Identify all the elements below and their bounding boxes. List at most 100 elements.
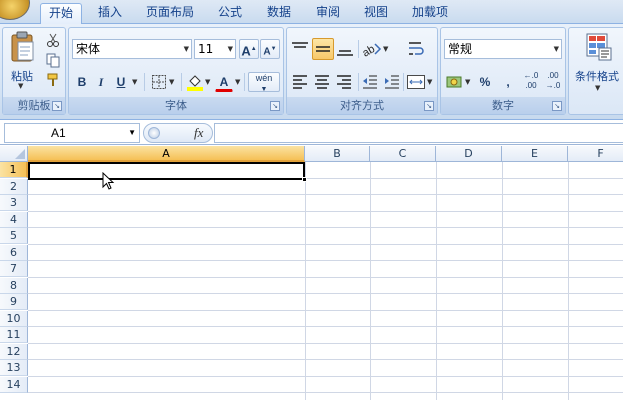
row-header-1[interactable]: 1 bbox=[0, 162, 28, 178]
align-middle-button[interactable] bbox=[312, 38, 334, 60]
tab-view[interactable]: 视图 bbox=[356, 3, 396, 24]
tab-insert[interactable]: 插入 bbox=[90, 3, 130, 24]
tab-page-layout[interactable]: 页面布局 bbox=[140, 3, 200, 24]
chevron-down-icon: ▼ bbox=[553, 45, 559, 53]
column-header-f[interactable]: F bbox=[568, 146, 623, 162]
align-center-icon[interactable] bbox=[313, 73, 331, 91]
row-header-8[interactable]: 8 bbox=[0, 278, 28, 294]
clipboard-launcher-icon[interactable]: ↘ bbox=[52, 101, 62, 111]
gridline bbox=[28, 392, 623, 393]
tab-data[interactable]: 数据 bbox=[258, 3, 300, 24]
separator bbox=[403, 73, 404, 91]
number-format-combo[interactable]: 常规 ▼ bbox=[444, 39, 562, 59]
underline-dropdown-icon[interactable]: ▼ bbox=[132, 78, 137, 86]
fill-color-icon[interactable] bbox=[186, 73, 204, 91]
chevron-down-icon: ▼ bbox=[183, 45, 189, 53]
conditional-formatting-icon bbox=[586, 33, 612, 61]
select-all-button[interactable] bbox=[0, 146, 28, 162]
row-header-9[interactable]: 9 bbox=[0, 294, 28, 310]
gridline bbox=[568, 162, 569, 400]
paste-button[interactable]: 粘贴 ▼ bbox=[7, 30, 37, 90]
shrink-font-button[interactable]: A▼ bbox=[260, 39, 280, 59]
column-header-d[interactable]: D bbox=[436, 146, 502, 162]
formula-tools: fx bbox=[143, 123, 213, 143]
gridline bbox=[28, 211, 623, 212]
insert-function-button[interactable]: fx bbox=[194, 125, 203, 141]
gridline bbox=[28, 376, 623, 377]
row-header-11[interactable]: 11 bbox=[0, 327, 28, 343]
decrease-indent-icon[interactable] bbox=[361, 73, 379, 91]
name-box[interactable]: A1 ▼ bbox=[4, 123, 140, 143]
column-header-b[interactable]: B bbox=[305, 146, 370, 162]
borders-icon[interactable] bbox=[151, 74, 167, 90]
column-header-a[interactable]: A bbox=[28, 146, 305, 162]
formula-input[interactable] bbox=[214, 123, 623, 143]
row-header-12[interactable]: 12 bbox=[0, 344, 28, 360]
conditional-formatting-button[interactable]: 条件格式 ▼ bbox=[571, 30, 623, 94]
tab-review[interactable]: 审阅 bbox=[308, 3, 348, 24]
orientation-dropdown-icon[interactable]: ▼ bbox=[383, 45, 388, 53]
number-launcher-icon[interactable]: ↘ bbox=[552, 101, 562, 111]
gridline bbox=[502, 162, 503, 400]
underline-button[interactable]: U bbox=[112, 72, 130, 92]
cut-icon[interactable] bbox=[45, 32, 61, 48]
format-painter-icon[interactable] bbox=[45, 72, 61, 88]
tab-addins[interactable]: 加载项 bbox=[404, 3, 456, 24]
borders-dropdown-icon[interactable]: ▼ bbox=[169, 78, 174, 86]
alignment-launcher-icon[interactable]: ↘ bbox=[424, 101, 434, 111]
row-header-10[interactable]: 10 bbox=[0, 311, 28, 327]
gridline bbox=[28, 310, 623, 311]
expand-toggle-icon[interactable] bbox=[148, 127, 160, 139]
row-header-7[interactable]: 7 bbox=[0, 261, 28, 277]
office-button[interactable] bbox=[0, 0, 30, 20]
align-right-icon[interactable] bbox=[335, 73, 353, 91]
active-cell-a1[interactable] bbox=[28, 162, 305, 180]
select-all-corner-icon bbox=[15, 149, 25, 159]
wrap-text-icon[interactable] bbox=[407, 40, 425, 58]
tab-home[interactable]: 开始 bbox=[40, 3, 82, 24]
row-header-14[interactable]: 14 bbox=[0, 377, 28, 393]
font-launcher-icon[interactable]: ↘ bbox=[270, 101, 280, 111]
tab-formulas[interactable]: 公式 bbox=[210, 3, 250, 24]
phonetic-button[interactable]: wén ▼ bbox=[248, 72, 280, 93]
align-top-icon[interactable] bbox=[290, 40, 310, 58]
row-header-6[interactable]: 6 bbox=[0, 245, 28, 261]
percent-button[interactable]: % bbox=[475, 72, 495, 92]
column-header-e[interactable]: E bbox=[502, 146, 568, 162]
fill-color-dropdown-icon[interactable]: ▼ bbox=[205, 78, 210, 86]
bold-button[interactable]: B bbox=[73, 72, 91, 92]
italic-button[interactable]: I bbox=[92, 72, 110, 92]
font-group: 宋体 ▼ 11 ▼ A▲ A▼ B I U ▼ ▼ ▼ A ▼ wén ▼ 字体 … bbox=[68, 27, 284, 115]
styles-group: 条件格式 ▼ bbox=[568, 27, 623, 115]
row-header-4[interactable]: 4 bbox=[0, 212, 28, 228]
font-size-combo[interactable]: 11 ▼ bbox=[194, 39, 236, 59]
gridline bbox=[28, 260, 623, 261]
increase-indent-icon[interactable] bbox=[383, 73, 401, 91]
row-header-13[interactable]: 13 bbox=[0, 360, 28, 376]
align-left-icon[interactable] bbox=[291, 73, 309, 91]
orientation-icon[interactable]: ab bbox=[361, 40, 383, 58]
decrease-decimal-button[interactable]: .00 →.0 bbox=[543, 70, 563, 94]
gridline bbox=[305, 162, 306, 400]
align-bottom-icon[interactable] bbox=[335, 40, 355, 58]
comma-button[interactable]: , bbox=[499, 72, 517, 92]
gridline bbox=[370, 162, 371, 400]
copy-icon[interactable] bbox=[45, 52, 61, 68]
increase-decimal-button[interactable]: ←.0 .00 bbox=[521, 70, 541, 94]
row-header-2[interactable]: 2 bbox=[0, 179, 28, 195]
row-header-3[interactable]: 3 bbox=[0, 195, 28, 211]
column-header-c[interactable]: C bbox=[370, 146, 436, 162]
font-color-dropdown-icon[interactable]: ▼ bbox=[235, 78, 240, 86]
font-color-button[interactable]: A bbox=[215, 72, 233, 92]
accounting-format-icon[interactable] bbox=[445, 73, 465, 91]
name-box-dropdown-icon[interactable]: ▼ bbox=[128, 124, 136, 142]
font-name-combo[interactable]: 宋体 ▼ bbox=[72, 39, 192, 59]
accounting-dropdown-icon[interactable]: ▼ bbox=[465, 78, 470, 86]
row-header-5[interactable]: 5 bbox=[0, 228, 28, 244]
grow-font-button[interactable]: A▲ bbox=[239, 39, 259, 59]
alignment-group: ab ▼ ▼ 对齐方式 ↘ bbox=[286, 27, 438, 115]
worksheet-grid[interactable]: A B C D E F 1 2 3 4 5 6 7 8 9 10 11 12 1… bbox=[0, 146, 623, 400]
merge-dropdown-icon[interactable]: ▼ bbox=[427, 78, 432, 86]
fill-handle[interactable] bbox=[302, 177, 307, 182]
merge-center-icon[interactable] bbox=[406, 73, 426, 91]
